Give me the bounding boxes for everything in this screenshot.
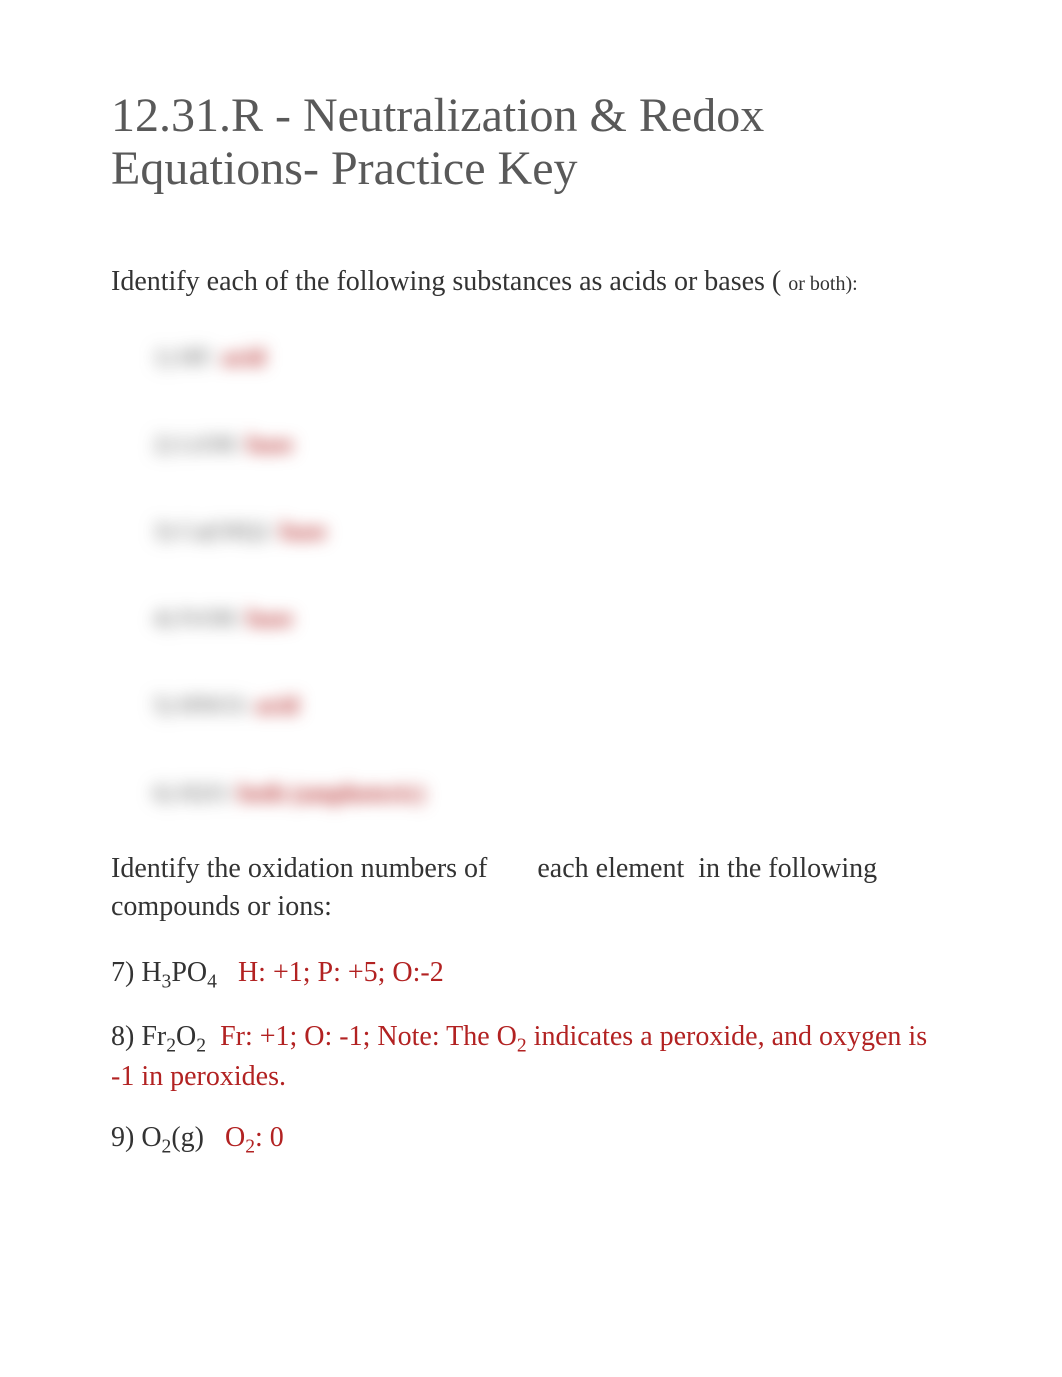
item-answer: base [248, 432, 293, 458]
item-answer: base [281, 519, 326, 545]
document-page: 12.31.R - Neutralization & Redox Equatio… [0, 0, 1062, 1377]
item-label: 1) HF: [153, 345, 216, 371]
q8-label: 8) Fr2O2 [111, 1021, 213, 1052]
list-item: 6) H2O: both (amphoteric) [153, 779, 956, 810]
q7-label-a: 7) H [111, 957, 162, 988]
item-label: 4) FrOH: [153, 606, 242, 632]
item-label: 3) Ca(OH)2: [153, 519, 275, 545]
q8-sub1: 2 [166, 1036, 176, 1057]
q9-ans-sub: 2 [245, 1136, 255, 1157]
question-9: 9) O2(g) O2: 0 [111, 1120, 956, 1160]
item-answer: both (amphoteric) [238, 781, 424, 807]
q9-sub: 2 [162, 1136, 172, 1157]
list-item: 4) FrOH: base [153, 604, 956, 635]
q8-label-a: 8) Fr [111, 1021, 166, 1052]
q7-answer: H: +1; P: +5; O:-2 [238, 957, 444, 988]
q8-answer: Fr: +1; O: -1; Note: The O2 indicates a … [111, 1021, 927, 1092]
q8-ans-a: Fr: +1; O: -1; Note: The O [220, 1021, 517, 1052]
q8-sub2: 2 [196, 1036, 206, 1057]
prompt-acids-bases: Identify each of the following substance… [111, 266, 956, 298]
page-title: 12.31.R - Neutralization & Redox Equatio… [111, 90, 956, 196]
item-label: 6) H2O: [153, 781, 232, 807]
item-answer: acid [256, 693, 299, 719]
q9-label: 9) O2(g) [111, 1122, 211, 1153]
prompt1-lead: Identify each of the following substance… [111, 266, 781, 297]
q8-label-b: O [176, 1021, 196, 1052]
list-item: 5) HNO3: acid [153, 691, 956, 722]
q7-label: 7) H3PO4 [111, 957, 224, 988]
item-label: 5) HNO3: [153, 693, 250, 719]
q8-ans-sub: 2 [517, 1036, 527, 1057]
question-7: 7) H3PO4 H: +1; P: +5; O:-2 [111, 955, 956, 995]
prompt-oxidation: Identify the oxidation numbers of each el… [111, 850, 956, 926]
list-item: 3) Ca(OH)2: base [153, 517, 956, 548]
q7-label-b: PO [171, 957, 207, 988]
question-8: 8) Fr2O2 Fr: +1; O: -1; Note: The O2 ind… [111, 1019, 956, 1095]
item-answer: acid [222, 345, 265, 371]
q9-label-a: 9) O [111, 1122, 162, 1153]
q9-answer: O2: 0 [225, 1122, 284, 1153]
list-item: 2) LiOH: base [153, 430, 956, 461]
q7-sub1: 3 [162, 972, 172, 993]
prompt2-a: Identify the oxidation numbers of [111, 853, 487, 884]
q7-sub2: 4 [207, 972, 217, 993]
item-label: 2) LiOH: [153, 432, 242, 458]
acid-base-list: 1) HF: acid 2) LiOH: base 3) Ca(OH)2: ba… [111, 343, 956, 810]
list-item: 1) HF: acid [153, 343, 956, 374]
q9-ans-b: : 0 [255, 1122, 284, 1153]
item-answer: base [248, 606, 293, 632]
q9-ans-a: O [225, 1122, 245, 1153]
prompt1-tail: or both): [788, 273, 857, 295]
prompt2-b: each element [537, 853, 684, 884]
q9-label-b: (g) [171, 1122, 204, 1153]
